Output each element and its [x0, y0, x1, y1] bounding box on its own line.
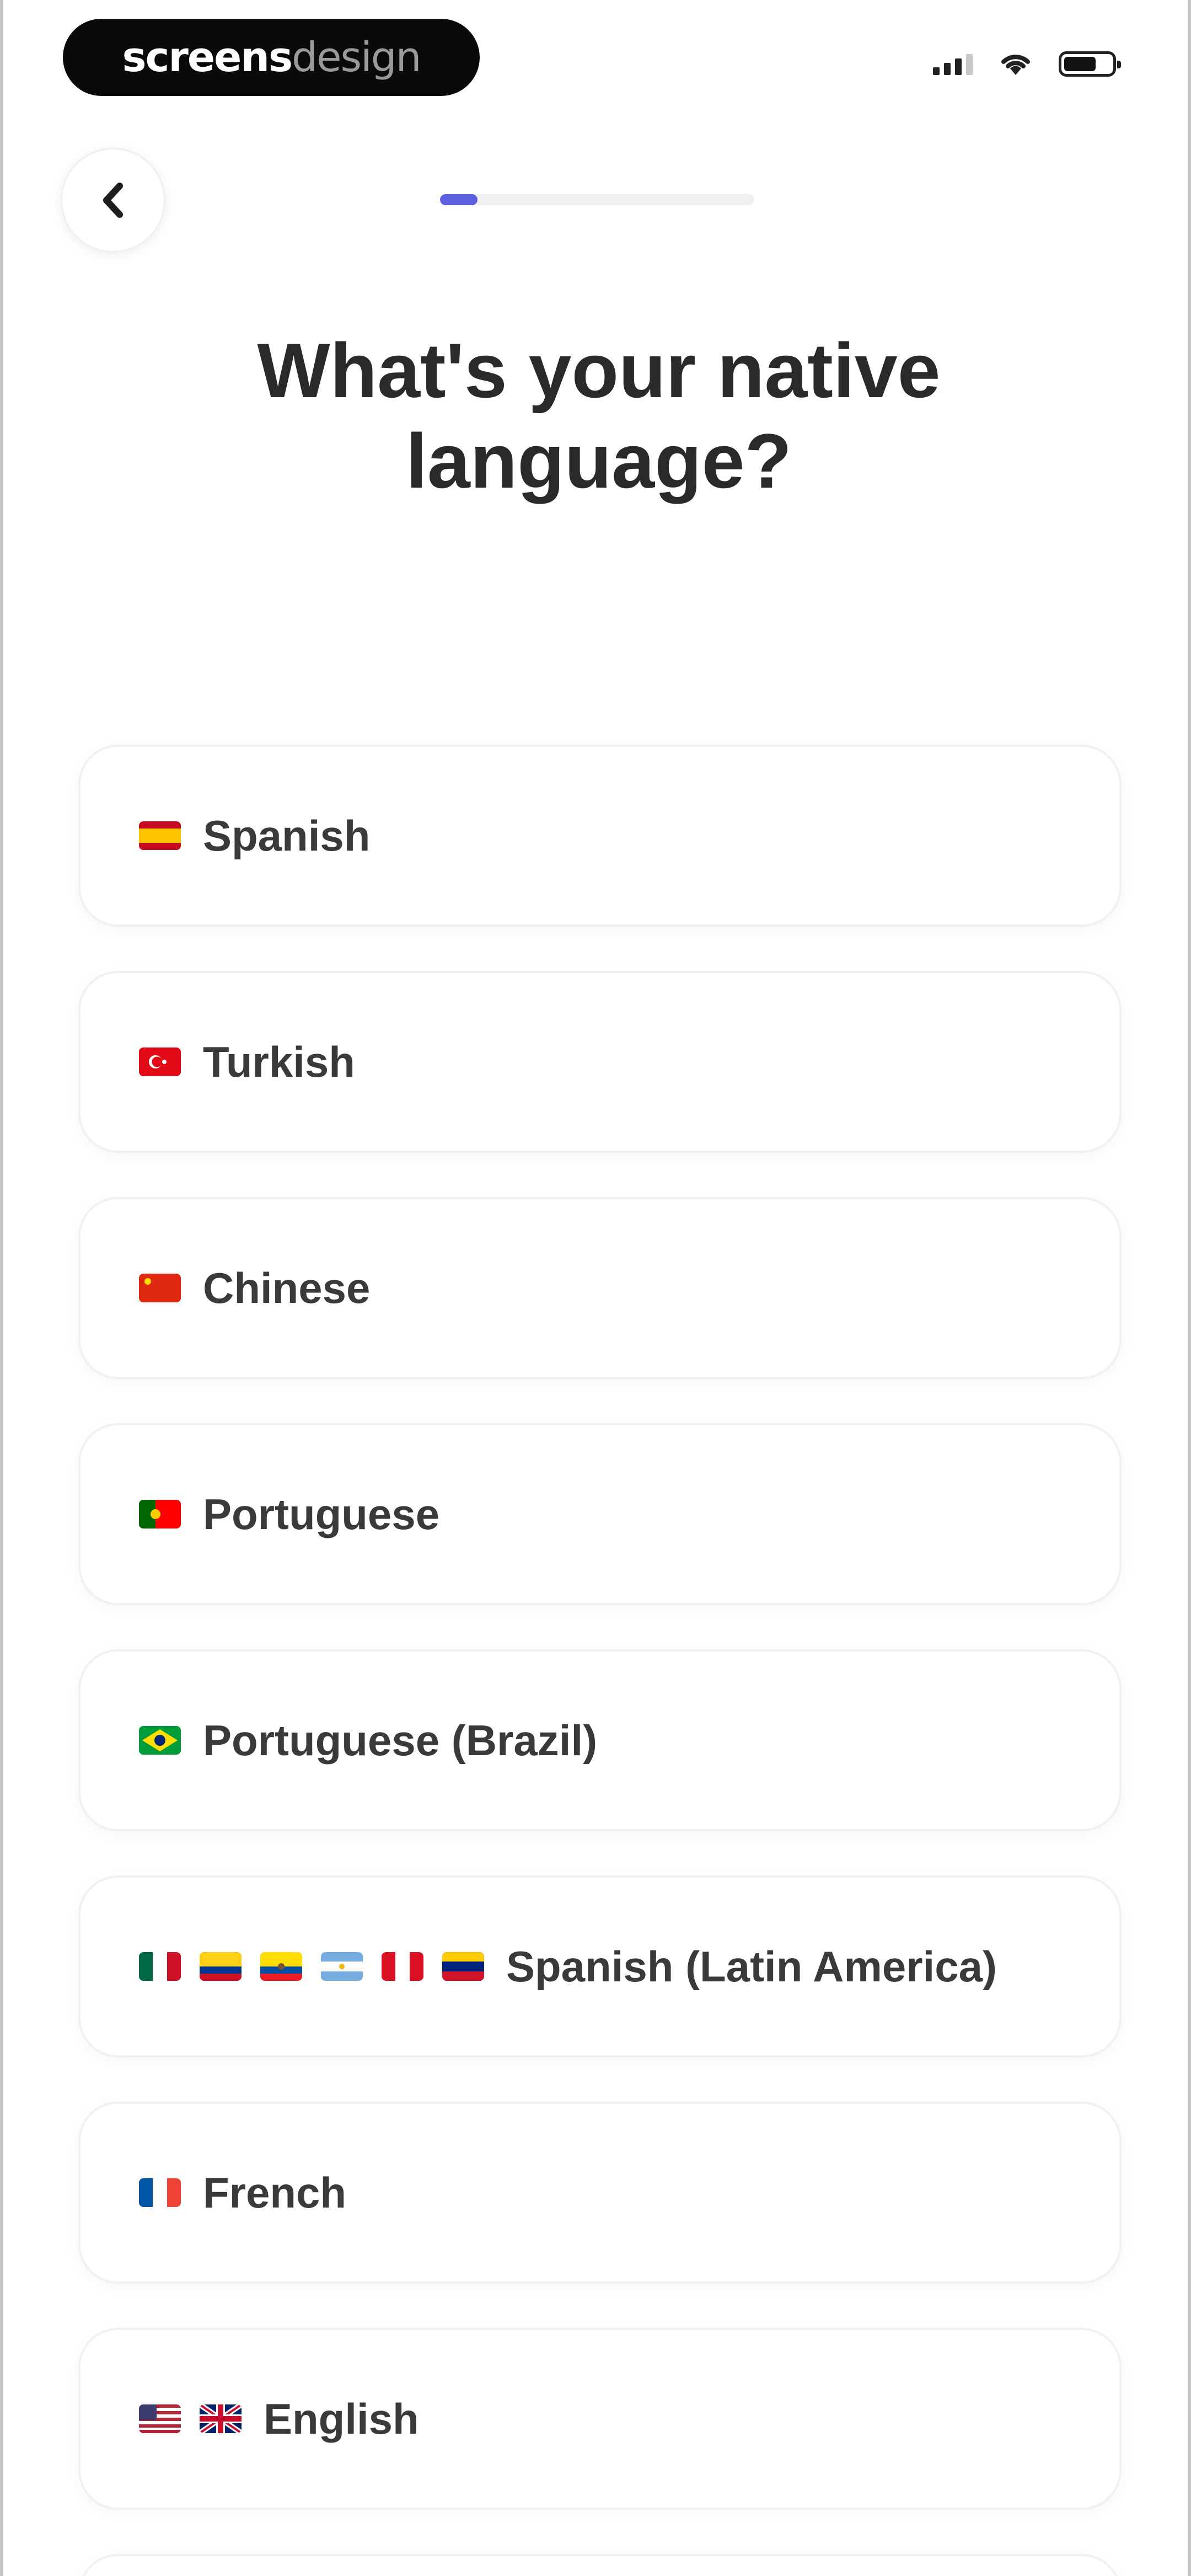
language-flags: [139, 2404, 242, 2433]
language-option-partial[interactable]: [78, 2554, 1122, 2576]
colombia-flag-icon: [200, 1952, 242, 1981]
screensdesign-watermark: screensdesign: [63, 19, 480, 96]
language-option[interactable]: Spanish: [78, 745, 1122, 927]
france-flag-icon: [139, 2178, 181, 2207]
language-flags: [139, 1047, 181, 1076]
language-flags: [139, 1274, 181, 1302]
language-selection-screen: screensdesign What's your native languag…: [0, 0, 1191, 2576]
chevron-left-icon: [103, 183, 123, 218]
language-option-label: Portuguese: [203, 1489, 440, 1538]
cellular-signal-icon: [933, 53, 973, 75]
usa-flag-icon: [139, 2404, 181, 2433]
wifi-icon: [1001, 55, 1030, 75]
language-option-label: Spanish (Latin America): [506, 1942, 997, 1991]
page-title: What's your native language?: [257, 327, 941, 504]
battery-icon: [1059, 51, 1121, 77]
language-option-label: French: [203, 2168, 347, 2217]
turkey-flag-icon: [139, 1047, 181, 1076]
language-options-list: Spanish Turkish Chinese Portuguese Portugues…: [78, 745, 1122, 2576]
china-flag-icon: [139, 1274, 181, 1302]
language-flags: [139, 1952, 484, 1981]
language-flags: [139, 2178, 181, 2207]
onboarding-progress-bar: [440, 194, 754, 205]
portugal-flag-icon: [139, 1500, 181, 1529]
argentina-flag-icon: [321, 1952, 363, 1981]
mexico-flag-icon: [139, 1952, 181, 1981]
language-option[interactable]: French: [78, 2102, 1122, 2284]
language-option-label: Turkish: [203, 1037, 355, 1086]
language-option[interactable]: English: [78, 2328, 1122, 2510]
peru-flag-icon: [382, 1952, 423, 1981]
language-option[interactable]: Portuguese: [78, 1423, 1122, 1605]
language-flags: [139, 1726, 181, 1755]
back-button[interactable]: [61, 148, 165, 253]
language-option-label: Portuguese (Brazil): [203, 1715, 598, 1765]
language-option-label: Spanish: [203, 811, 371, 860]
brazil-flag-icon: [139, 1726, 181, 1755]
venezuela-flag-icon: [442, 1952, 484, 1981]
language-option[interactable]: Chinese: [78, 1197, 1122, 1379]
ecuador-flag-icon: [260, 1952, 302, 1981]
language-flags: [139, 1500, 181, 1529]
language-option-label: English: [264, 2394, 419, 2443]
language-option[interactable]: Turkish: [78, 971, 1122, 1153]
language-flags: [139, 821, 181, 850]
language-option[interactable]: Spanish (Latin America): [78, 1875, 1122, 2057]
spain-flag-icon: [139, 821, 181, 850]
uk-flag-icon: [200, 2404, 242, 2433]
watermark-light-text: design: [292, 34, 421, 81]
language-option-label: Chinese: [203, 1263, 371, 1312]
watermark-bold-text: screens: [122, 34, 293, 81]
language-option[interactable]: Portuguese (Brazil): [78, 1649, 1122, 1831]
progress-fill: [440, 194, 478, 205]
status-bar-icons: [933, 51, 1121, 77]
